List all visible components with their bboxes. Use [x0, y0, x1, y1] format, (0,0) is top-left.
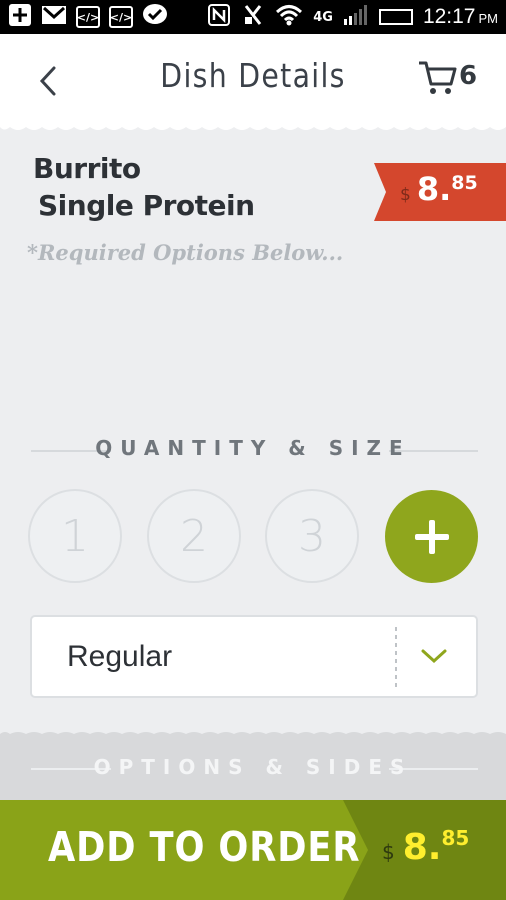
dish-price-main: 8.: [416, 170, 452, 208]
order-total: $8.85: [382, 826, 469, 868]
dish-price-cents: 85: [451, 172, 478, 194]
quantity-size-heading: QUANTITY & SIZE: [95, 436, 411, 460]
page-title: Dish Details: [160, 56, 346, 95]
app-header: Dish Details 6: [0, 34, 506, 126]
header-scallop-edge: [0, 124, 506, 130]
size-select-value: Regular: [67, 640, 173, 673]
nfc-icon: [207, 3, 231, 31]
quantity-option-1[interactable]: 1: [28, 489, 122, 583]
cart-count[interactable]: 6: [459, 61, 477, 91]
network-type-label: 4G: [313, 9, 333, 25]
size-select[interactable]: Regular: [30, 615, 478, 698]
system-icons: 4G 12:17 PM: [207, 3, 498, 31]
signal-icon: [343, 5, 369, 29]
gmail-icon: [41, 4, 67, 30]
select-divider: [395, 627, 397, 687]
order-total-currency: $: [382, 840, 395, 864]
dish-price-currency: $: [400, 185, 411, 205]
notification-icons: </> </>: [8, 3, 168, 31]
clock: 12:17 PM: [422, 5, 498, 28]
options-scallop-edge: [0, 732, 506, 738]
dish-name-line1: Burrito: [33, 152, 141, 185]
chevron-down-icon: [421, 649, 447, 664]
status-bar: </> </> 4G 12:17 PM: [0, 0, 506, 34]
add-to-order-button[interactable]: ADD TO ORDER $8.85: [0, 800, 506, 900]
options-sides-section[interactable]: OPTIONS & SIDES: [0, 732, 506, 800]
dish-name-line2: Single Protein: [38, 189, 255, 222]
wifi-icon: [275, 4, 303, 30]
cart-icon[interactable]: [417, 58, 459, 98]
quantity-option-2[interactable]: 2: [147, 489, 241, 583]
dish-price: $8.85: [400, 170, 478, 208]
add-notification-icon: [8, 3, 32, 31]
options-sides-heading: OPTIONS & SIDES: [93, 755, 413, 779]
increase-quantity-button[interactable]: [385, 490, 478, 583]
add-to-order-label: ADD TO ORDER: [48, 823, 361, 871]
code-icon: </>: [76, 6, 100, 28]
vibrate-off-icon: [241, 3, 265, 31]
chat-check-icon: [142, 3, 168, 31]
dish-name: Burrito Single Protein: [33, 150, 353, 224]
required-options-note: *Required Options Below...: [27, 240, 344, 265]
quantity-option-3[interactable]: 3: [265, 489, 359, 583]
order-total-cents: 85: [441, 826, 470, 850]
battery-icon: [378, 9, 413, 25]
order-total-main: 8.: [402, 827, 442, 868]
code-icon-2: </>: [109, 6, 133, 28]
